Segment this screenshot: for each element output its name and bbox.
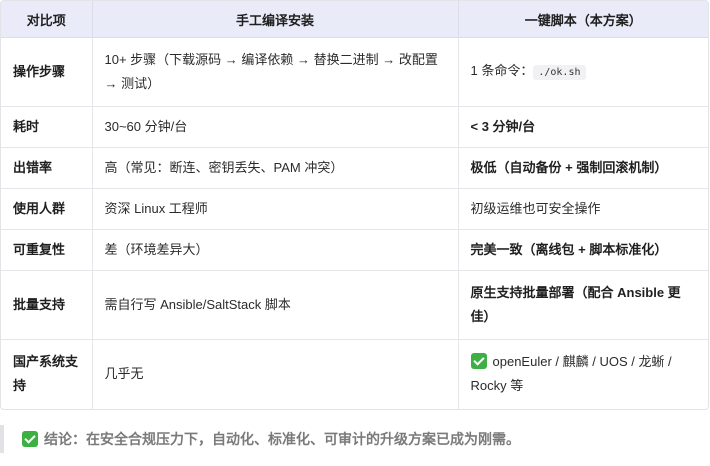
script-cell: 完美一致（离线包 + 脚本标准化） <box>458 229 708 271</box>
comparison-table-grid: 对比项 手工编译安装 一键脚本（本方案） 操作步骤 10+ 步骤（下载源码 → … <box>1 1 708 409</box>
row-label: 批量支持 <box>1 270 93 340</box>
script-cell-prefix: 1 条命令： <box>470 63 534 78</box>
script-cell: 极低（自动备份 + 强制回滚机制） <box>458 147 708 189</box>
table-row: 使用人群 资深 Linux 工程师 初级运维也可安全操作 <box>1 188 708 230</box>
table-row: 操作步骤 10+ 步骤（下载源码 → 编译依赖 → 替换二进制 → 改配置 → … <box>1 37 708 107</box>
header-script: 一键脚本（本方案） <box>458 1 708 38</box>
row-label: 耗时 <box>1 106 93 148</box>
table-header-row: 对比项 手工编译安装 一键脚本（本方案） <box>1 1 708 38</box>
table-row: 国产系统支持 几乎无 openEuler / 麒麟 / UOS / 龙蜥 / R… <box>1 339 708 409</box>
manual-cell: 差（环境差异大） <box>92 229 459 271</box>
table-row: 批量支持 需自行写 Ansible/SaltStack 脚本 原生支持批量部署（… <box>1 270 708 340</box>
row-label: 操作步骤 <box>1 37 93 107</box>
script-cell: 原生支持批量部署（配合 Ansible 更佳） <box>458 270 708 340</box>
table-row: 出错率 高（常见：断连、密钥丢失、PAM 冲突） 极低（自动备份 + 强制回滚机… <box>1 147 708 189</box>
conclusion-text: 结论：在安全合规压力下，自动化、标准化、可审计的升级方案已成为刚需。 <box>44 431 520 447</box>
row-label: 可重复性 <box>1 229 93 271</box>
manual-cell: 需自行写 Ansible/SaltStack 脚本 <box>92 270 459 340</box>
table-row: 耗时 30~60 分钟/台 < 3 分钟/台 <box>1 106 708 148</box>
header-item: 对比项 <box>1 1 93 38</box>
header-manual: 手工编译安装 <box>92 1 459 38</box>
manual-cell: 几乎无 <box>92 339 459 409</box>
script-cell: 初级运维也可安全操作 <box>458 188 708 230</box>
row-label: 出错率 <box>1 147 93 189</box>
check-mark-icon <box>470 353 487 370</box>
row-label: 使用人群 <box>1 188 93 230</box>
table-row: 可重复性 差（环境差异大） 完美一致（离线包 + 脚本标准化） <box>1 229 708 271</box>
comparison-table: 对比项 手工编译安装 一键脚本（本方案） 操作步骤 10+ 步骤（下载源码 → … <box>0 0 709 410</box>
command-code: ./ok.sh <box>533 65 586 80</box>
script-cell-text: openEuler / 麒麟 / UOS / 龙蜥 / Rocky 等 <box>470 354 672 394</box>
manual-cell: 资深 Linux 工程师 <box>92 188 459 230</box>
check-mark-icon <box>22 431 38 447</box>
conclusion-callout: 结论：在安全合规压力下，自动化、标准化、可审计的升级方案已成为刚需。 <box>0 425 709 453</box>
script-cell: openEuler / 麒麟 / UOS / 龙蜥 / Rocky 等 <box>458 340 708 409</box>
row-label: 国产系统支持 <box>1 339 93 409</box>
script-cell: 1 条命令： ./ok.sh <box>458 37 708 107</box>
manual-cell: 10+ 步骤（下载源码 → 编译依赖 → 替换二进制 → 改配置 → 测试） <box>92 37 459 107</box>
manual-cell: 高（常见：断连、密钥丢失、PAM 冲突） <box>92 147 459 189</box>
script-cell: < 3 分钟/台 <box>458 106 708 148</box>
manual-cell: 30~60 分钟/台 <box>92 106 459 148</box>
